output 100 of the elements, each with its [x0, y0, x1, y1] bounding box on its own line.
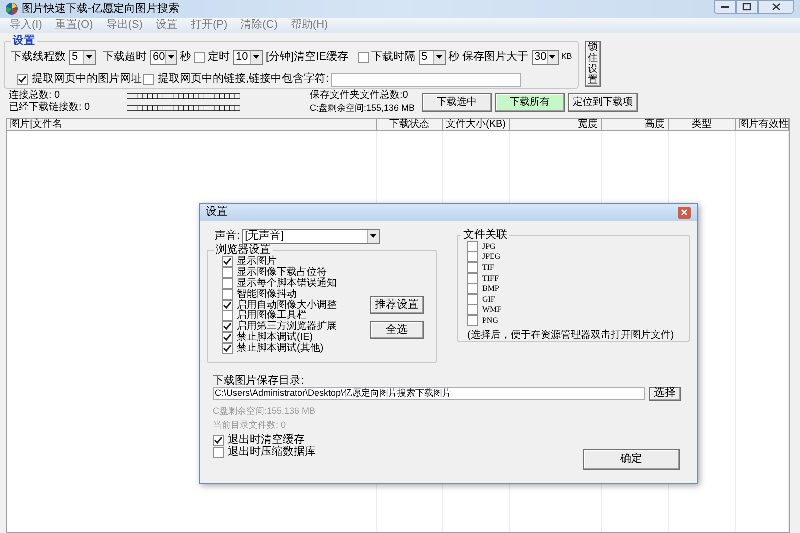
unit-label: KB [562, 51, 572, 64]
checkbox-label: 提取网页中的图片网址 [32, 74, 142, 85]
checkbox[interactable] [467, 251, 478, 262]
box-glyphs: □□□□□□□□□□□□□□□□□□□□□□ [127, 90, 242, 102]
column-header[interactable]: 文件大小(KB) [443, 119, 510, 131]
checkbox-label: 退出时压缩数据库 [228, 446, 316, 458]
checkbox-label: 显示图片 [237, 256, 277, 268]
app-icon [6, 3, 18, 15]
checkbox[interactable] [222, 267, 233, 278]
checkbox[interactable] [143, 74, 154, 85]
dropdown[interactable]: 5 [69, 50, 96, 65]
button[interactable]: 定位到下载项 [568, 92, 638, 112]
checkbox-label: WMF [482, 304, 502, 316]
checkbox-label: TIF [482, 262, 494, 273]
checkbox-label: 禁止脚本调试(IE) [237, 332, 314, 343]
menu-item[interactable]: 导入(I) [10, 17, 42, 34]
checkbox[interactable] [17, 74, 28, 85]
checkbox-label: 显示图像下载占位符 [237, 267, 327, 278]
hint-text: (选择后，便于在资源管理器双击打开图片文件) [467, 328, 676, 343]
checkbox[interactable] [467, 314, 478, 326]
checkbox[interactable] [467, 283, 478, 294]
checkbox[interactable] [222, 288, 233, 300]
minimize-button[interactable] [714, 0, 736, 14]
maximize-icon [740, 1, 754, 13]
checkbox-label: TIFF [482, 272, 499, 284]
checkbox[interactable] [467, 240, 478, 252]
dropdown[interactable]: 30 [532, 50, 559, 65]
column-header[interactable]: 高度 [602, 119, 669, 131]
checkbox[interactable] [222, 278, 233, 289]
field-label: 下载图片保存目录: [213, 374, 304, 386]
menu-item[interactable]: 打开(P) [190, 17, 228, 34]
column-header[interactable]: 类型 [669, 119, 736, 131]
checkbox[interactable] [213, 434, 224, 446]
group-title: 设置 [12, 36, 36, 47]
stat-text: 连接总数: 0 [9, 90, 62, 102]
checkbox-label: BMP [482, 283, 500, 294]
maximize-button[interactable] [736, 0, 758, 14]
checkbox[interactable] [467, 262, 478, 273]
checkbox[interactable] [222, 256, 233, 268]
text-input[interactable] [331, 72, 522, 86]
checkbox-label: 启用自动图像大小调整 [237, 300, 337, 311]
checkbox-label: JPG [482, 240, 496, 252]
column-header[interactable]: 图片|文件名 [7, 119, 377, 131]
info-text: 当前目录文件数: 0 [213, 418, 286, 432]
checkbox[interactable] [222, 342, 233, 354]
checkbox-label: 提取网页中的链接,链接中包含字符: [158, 74, 330, 85]
button[interactable]: 确定 [583, 448, 680, 470]
field-label: 下载线程数 [11, 50, 66, 65]
minimize-icon [721, 6, 729, 8]
column-header[interactable]: 下载状态 [377, 119, 443, 131]
checkbox[interactable] [222, 332, 233, 343]
checkbox-label: JPEG [482, 251, 501, 262]
path-input[interactable]: C:\Users\Administrator\Desktop\亿愿定向图片搜索下载图片 [213, 387, 645, 400]
checkbox-label: 智能图像抖动 [237, 288, 297, 300]
button[interactable]: 推荐设置 [370, 296, 424, 314]
checkbox[interactable] [467, 294, 478, 305]
dropdown[interactable]: [无声音] [242, 228, 380, 244]
checkbox[interactable] [467, 304, 478, 316]
button[interactable]: 下载选中 [422, 92, 492, 112]
field-label: 下载时隔 [372, 50, 416, 65]
field-label: 下载超时 [103, 50, 147, 65]
checkbox[interactable] [213, 446, 224, 458]
checkbox-label: GIF [482, 294, 496, 305]
dialog-title: 设置 [206, 205, 228, 220]
stat-text: 已经下载链接数: 0 [9, 102, 92, 114]
checkbox[interactable] [467, 272, 478, 284]
menu-item[interactable]: 帮助(H) [290, 17, 328, 34]
checkbox[interactable] [222, 321, 233, 332]
stat-text: 保存文件夹文件总数:0 [310, 90, 410, 102]
button[interactable]: 全选 [370, 320, 424, 338]
window-title: 图片快速下载-亿愿定向图片搜索 [22, 2, 180, 17]
button[interactable]: 选择 [649, 386, 681, 400]
dropdown[interactable]: 60 [150, 50, 177, 65]
checkbox-label: 启用第三方浏览器扩展 [237, 321, 337, 332]
checkbox-label: 退出时清空缓存 [228, 434, 305, 446]
field-label: [分钟]清空IE缓存 [266, 50, 349, 65]
field-label: 保存图片大于 [462, 50, 529, 65]
dropdown[interactable]: 5 [418, 50, 446, 65]
box-glyphs: □□□□□□□□□□□□□□□□□□□□□□ [127, 102, 242, 114]
checkbox[interactable] [194, 52, 205, 63]
field-label: 定时 [208, 50, 230, 65]
stat-text: C:盘剩余空间:155,136 MB [310, 102, 416, 114]
checkbox[interactable] [358, 52, 369, 63]
checkbox-label: 显示每个脚本错误通知 [237, 278, 337, 289]
column-header[interactable]: 宽度 [510, 119, 602, 131]
column-header[interactable]: 图片有效性 [736, 119, 789, 131]
button[interactable]: 下载所有 [495, 92, 565, 112]
menu-item[interactable]: 设置 [156, 17, 178, 34]
menu-item[interactable]: 清除(C) [240, 17, 278, 34]
checkbox[interactable] [222, 300, 233, 311]
dropdown[interactable]: 10 [233, 50, 263, 65]
button[interactable]: 锁住设置 [585, 41, 602, 87]
checkbox[interactable] [222, 310, 233, 322]
close-button[interactable] [758, 0, 794, 14]
menu-item[interactable]: 重置(O) [55, 17, 94, 34]
checkbox-label: 禁止脚本调试(其他) [237, 342, 324, 354]
unit-label: 秒 [180, 50, 191, 65]
info-text: C盘剩余空间:155,136 MB [213, 404, 316, 418]
menu-item[interactable]: 导出(S) [106, 17, 143, 34]
group-title: 浏览器设置 [215, 244, 272, 256]
